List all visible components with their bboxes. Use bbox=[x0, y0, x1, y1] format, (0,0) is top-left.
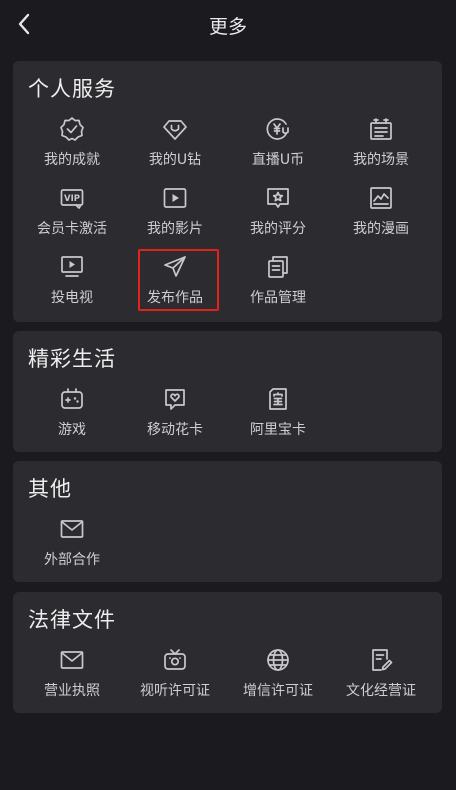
item-external-cooperation[interactable]: 外部合作 bbox=[21, 515, 123, 571]
item-label: 我的影片 bbox=[147, 221, 203, 237]
item-my-scene[interactable]: 我的场景 bbox=[330, 115, 432, 171]
page-title: 更多 bbox=[208, 16, 247, 38]
item-business-license[interactable]: 营业执照 bbox=[21, 646, 123, 702]
top-bar: 更多 bbox=[0, 0, 456, 50]
rating-star-icon bbox=[264, 184, 292, 212]
section-other: 其他 外部合作 bbox=[13, 461, 442, 582]
item-vip-card-activation[interactable]: VIP 会员卡激活 bbox=[21, 184, 123, 240]
item-label: 游戏 bbox=[58, 422, 86, 438]
item-label: 我的场景 bbox=[353, 152, 409, 168]
u-coin-icon bbox=[264, 115, 292, 143]
section-title: 法律文件 bbox=[28, 608, 116, 632]
achievement-badge-icon bbox=[58, 115, 86, 143]
mobile-flower-card-icon bbox=[161, 385, 189, 413]
item-label: 我的U钻 bbox=[148, 152, 202, 168]
svg-text:VIP: VIP bbox=[64, 194, 80, 204]
tv-cast-icon bbox=[58, 253, 86, 281]
item-label: 移动花卡 bbox=[147, 422, 203, 438]
tv-broadcast-icon bbox=[161, 646, 189, 674]
movie-play-icon bbox=[161, 184, 189, 212]
scene-icon bbox=[367, 115, 395, 143]
mail-icon bbox=[58, 646, 86, 674]
item-ali-bao-card[interactable]: 阿里宝卡 bbox=[227, 385, 329, 441]
item-my-movies[interactable]: 我的影片 bbox=[124, 184, 226, 240]
item-label: 我的成就 bbox=[44, 152, 100, 168]
u-diamond-icon bbox=[161, 115, 189, 143]
section-title: 个人服务 bbox=[28, 77, 116, 101]
item-my-comics[interactable]: 我的漫画 bbox=[330, 184, 432, 240]
highlight-box bbox=[138, 249, 219, 311]
section-title: 精彩生活 bbox=[28, 347, 116, 371]
vip-card-icon: VIP bbox=[58, 184, 86, 212]
item-label: 会员卡激活 bbox=[37, 221, 107, 237]
item-works-management[interactable]: 作品管理 bbox=[227, 253, 329, 309]
item-audiovisual-license[interactable]: 视听许可证 bbox=[124, 646, 226, 702]
item-label: 直播U币 bbox=[251, 152, 305, 168]
item-label: 我的漫画 bbox=[353, 221, 409, 237]
item-label: 我的评分 bbox=[250, 221, 306, 237]
item-my-achievements[interactable]: 我的成就 bbox=[21, 115, 123, 171]
item-cast-to-tv[interactable]: 投电视 bbox=[21, 253, 123, 309]
item-culture-business-license[interactable]: 文化经营证 bbox=[330, 646, 432, 702]
item-my-u-diamond[interactable]: 我的U钻 bbox=[124, 115, 226, 171]
item-my-ratings[interactable]: 我的评分 bbox=[227, 184, 329, 240]
document-edit-icon bbox=[367, 646, 395, 674]
item-label: 外部合作 bbox=[44, 552, 100, 568]
comic-icon bbox=[367, 184, 395, 212]
item-label: 阿里宝卡 bbox=[250, 422, 306, 438]
section-title: 其他 bbox=[28, 477, 72, 501]
globe-icon bbox=[264, 646, 292, 674]
item-label: 营业执照 bbox=[44, 683, 100, 699]
game-controller-icon bbox=[58, 385, 86, 413]
section-wonderful-life: 精彩生活 游戏 移动花卡 阿里宝卡 bbox=[13, 331, 442, 452]
item-label: 作品管理 bbox=[250, 290, 306, 306]
mail-icon bbox=[58, 515, 86, 543]
section-legal-documents: 法律文件 营业执照 视听许可证 增信许可证 文化经营证 bbox=[13, 592, 442, 713]
section-personal-services: 个人服务 我的成就 我的U钻 直播U币 我的场景 VIP 会员卡激活 我的影片 bbox=[13, 61, 442, 322]
item-games[interactable]: 游戏 bbox=[21, 385, 123, 441]
item-value-added-license[interactable]: 增信许可证 bbox=[227, 646, 329, 702]
item-label: 增信许可证 bbox=[243, 683, 313, 699]
item-live-u-coin[interactable]: 直播U币 bbox=[227, 115, 329, 171]
item-label: 投电视 bbox=[51, 290, 93, 306]
item-label: 文化经营证 bbox=[346, 683, 416, 699]
item-mobile-flower-card[interactable]: 移动花卡 bbox=[124, 385, 226, 441]
ali-bao-card-icon bbox=[264, 385, 292, 413]
works-manage-icon bbox=[264, 253, 292, 281]
item-label: 视听许可证 bbox=[140, 683, 210, 699]
